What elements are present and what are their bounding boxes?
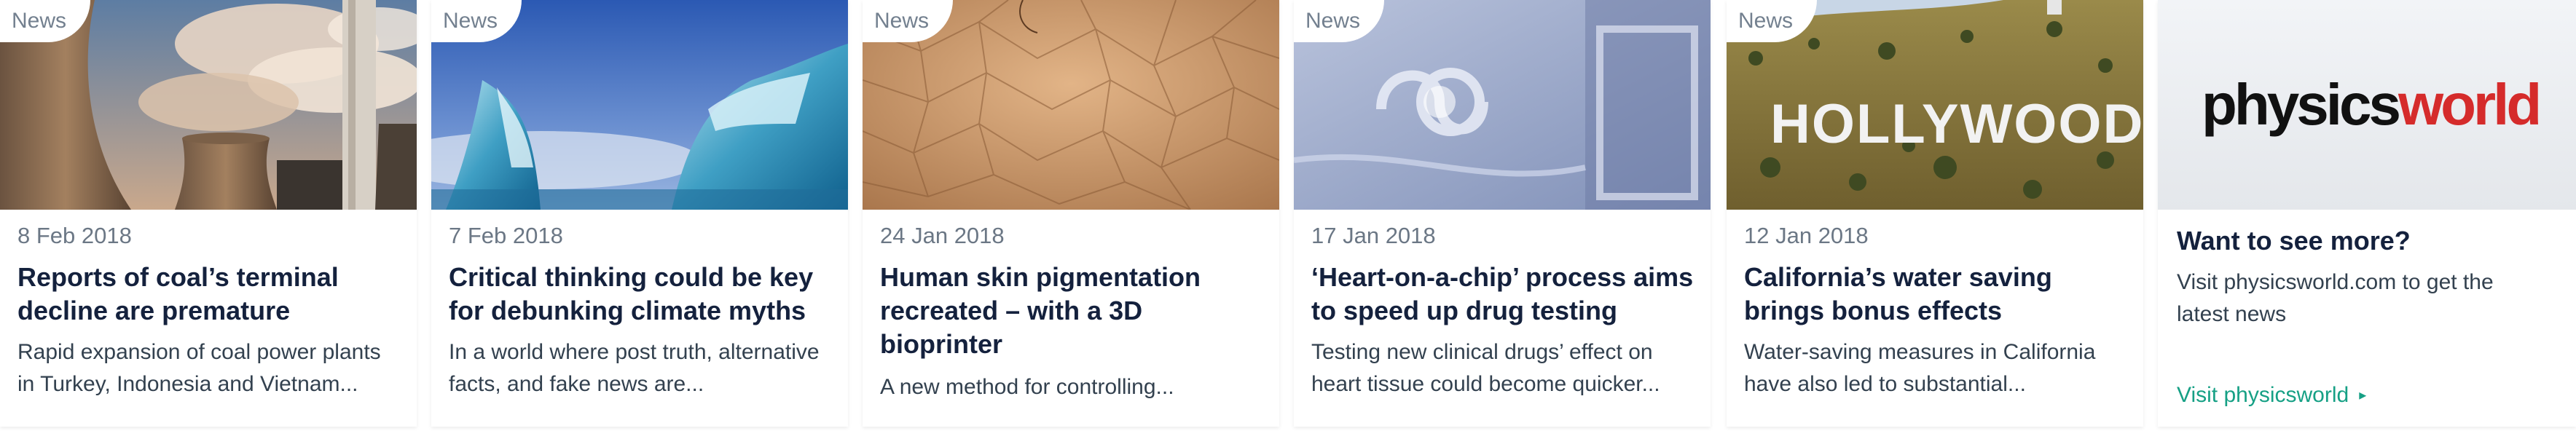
logo-part-physics: physics [2202, 72, 2401, 137]
visit-physicsworld-link[interactable]: Visit physicsworld ▸ [2177, 383, 2366, 408]
card-title[interactable]: Human skin pigmentation recreated – with… [880, 261, 1266, 361]
news-card-climate[interactable]: News 7 Feb 2018 Critical thinking could … [431, 0, 848, 427]
card-excerpt: Water-saving measures in California have… [1744, 340, 2096, 396]
card-title[interactable]: California’s water saving brings bonus e… [1744, 261, 2130, 328]
card-excerpt: In a world where post truth, alternative… [449, 340, 820, 396]
card-date: 17 Jan 2018 [1311, 223, 1436, 248]
news-card-heart-chip[interactable]: News 17 Jan 2018 ‘Heart-on-a-chip’ proce… [1294, 0, 1711, 427]
news-card-coal[interactable]: News 8 Feb 2018 Reports of coal’s termin… [0, 0, 417, 427]
card-title[interactable]: Critical thinking could be key for debun… [449, 261, 835, 328]
visit-link-label: Visit physicsworld [2177, 383, 2349, 407]
logo-part-world: world [2398, 72, 2542, 137]
arrow-right-icon: ▸ [2359, 387, 2367, 403]
promo-title: Want to see more? [2177, 226, 2411, 256]
card-title[interactable]: Reports of coal’s terminal decline are p… [17, 261, 404, 328]
card-excerpt: Testing new clinical drugs’ effect on he… [1311, 340, 1660, 396]
news-card-california[interactable]: HOLLYWOOD News 12 Jan 2018 California’s … [1727, 0, 2143, 427]
card-excerpt: Rapid expansion of coal power plants in … [17, 340, 381, 396]
card-title[interactable]: ‘Heart-on-a-chip’ process aims to speed … [1311, 261, 1697, 328]
card-date: 8 Feb 2018 [17, 223, 132, 248]
promo-card: physicsworld Want to see more? Visit phy… [2158, 0, 2576, 427]
promo-text: Visit physicsworld.com to get the latest… [2177, 270, 2494, 326]
promo-banner: physicsworld [2158, 0, 2576, 210]
news-carousel: News 8 Feb 2018 Reports of coal’s termin… [0, 0, 2576, 431]
card-date: 12 Jan 2018 [1744, 223, 1869, 248]
hollywood-sign-text: HOLLYWOOD [1770, 93, 2143, 155]
physicsworld-logo: physicsworld [2202, 70, 2542, 140]
card-date: 7 Feb 2018 [449, 223, 563, 248]
card-date: 24 Jan 2018 [880, 223, 1005, 248]
news-card-skin[interactable]: News 24 Jan 2018 Human skin pigmentation… [863, 0, 1279, 427]
card-excerpt: A new method for controlling... [880, 375, 1174, 399]
